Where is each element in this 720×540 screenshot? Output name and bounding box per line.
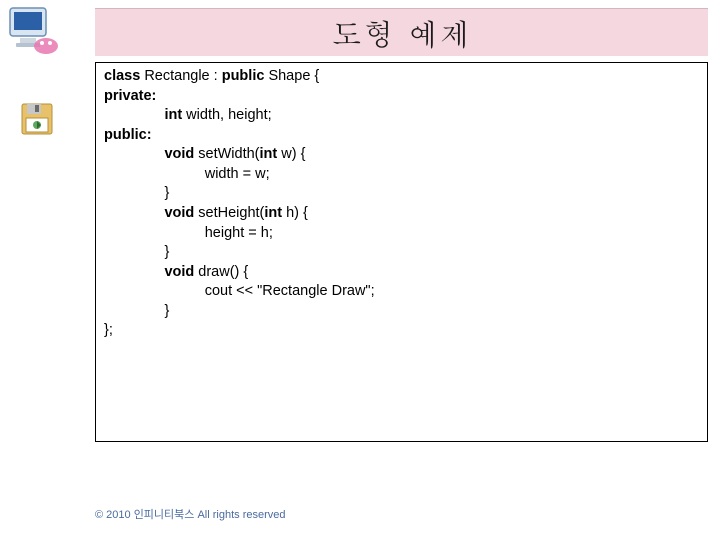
code-text: setWidth( (194, 146, 259, 162)
code-text: cout << (205, 283, 257, 299)
code-text: void (164, 264, 194, 280)
code-text: void (164, 146, 194, 162)
code-text: public: (104, 127, 152, 143)
code-text: int (260, 146, 278, 162)
code-text: w) { (277, 146, 305, 162)
floppy-disk-icon (20, 102, 54, 136)
computer-monitor-icon (6, 2, 62, 58)
code-text: } (164, 303, 169, 319)
code-text: width, height; (182, 107, 271, 123)
slide-title-band: 도형 예제 (95, 8, 708, 56)
code-text: class (104, 68, 140, 84)
code-text: }; (104, 322, 113, 338)
code-text: height = h; (205, 225, 273, 241)
code-text: Shape { (264, 68, 319, 84)
slide-title: 도형 예제 (332, 12, 472, 54)
code-text: private: (104, 88, 156, 104)
code-text: int (164, 107, 182, 123)
code-text: Rectangle : (140, 68, 221, 84)
code-text: ; (371, 283, 375, 299)
code-text: width = w; (205, 166, 270, 182)
code-text: } (164, 185, 169, 201)
code-text: public (222, 68, 265, 84)
code-text: } (164, 244, 169, 260)
code-text: h) { (282, 205, 308, 221)
code-text: "Rectangle Draw" (257, 283, 370, 299)
code-text: setHeight( (194, 205, 264, 221)
code-block: class Rectangle : public Shape { private… (95, 62, 708, 442)
footer-copyright: © 2010 인피니티북스 All rights reserved (95, 506, 286, 522)
code-text: draw() { (194, 264, 248, 280)
code-text: int (264, 205, 282, 221)
code-text: void (164, 205, 194, 221)
